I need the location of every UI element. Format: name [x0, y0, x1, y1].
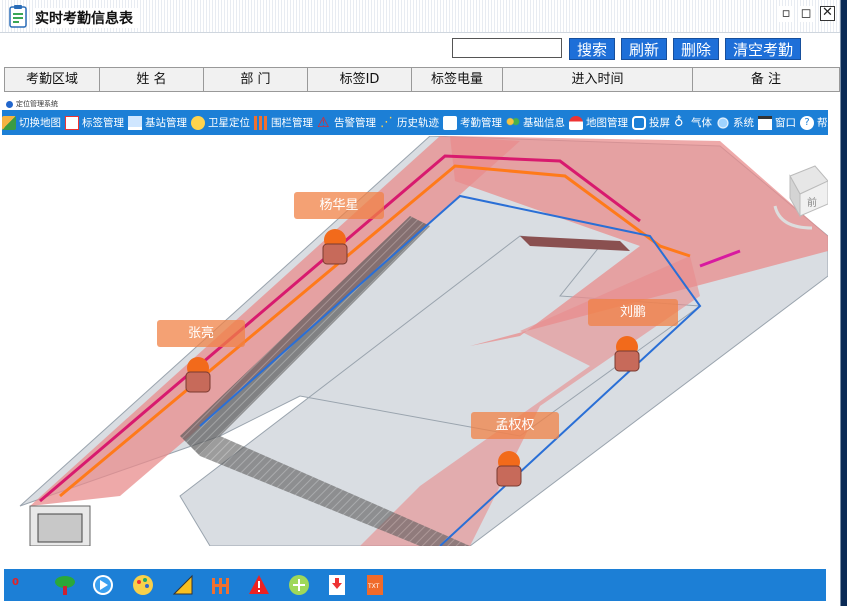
menu-label: 卫星定位: [208, 117, 250, 129]
txt-export-icon[interactable]: TXT: [364, 574, 386, 596]
tag-icon: [65, 115, 79, 130]
menu-attendance[interactable]: 考勤管理: [443, 115, 502, 130]
worker-marker-1[interactable]: [322, 229, 348, 265]
column-tag-id[interactable]: 标签ID: [308, 68, 412, 91]
worker-marker-2[interactable]: [185, 357, 211, 393]
warning-icon[interactable]: [248, 574, 270, 596]
close-icon[interactable]: ✕: [820, 6, 835, 21]
panel-gap: [826, 546, 840, 606]
bottom-toolbar: 0 TXT: [4, 569, 826, 601]
fence-icon[interactable]: [210, 574, 232, 596]
menu-basic-info[interactable]: 基础信息: [506, 115, 565, 130]
maximize-icon[interactable]: ◻: [798, 6, 814, 22]
system-icon: [716, 115, 730, 130]
menu-label: 围栏管理: [271, 117, 313, 129]
column-tag-battery[interactable]: 标签电量: [412, 68, 503, 91]
switch-map-icon: [2, 115, 16, 130]
menu-tag-manage[interactable]: 标签管理: [65, 115, 124, 130]
system-label: 定位管理系统: [6, 99, 58, 109]
online-count: 0: [12, 577, 19, 588]
menu-label: 帮助: [817, 117, 838, 129]
menu-system[interactable]: 系统: [716, 115, 754, 130]
worker-name-tag-3[interactable]: 刘鹏: [588, 299, 678, 326]
svg-text:TXT: TXT: [367, 583, 380, 590]
menu-base-station[interactable]: 基站管理: [128, 115, 187, 130]
table-header: 考勤区域 姓 名 部 门 标签ID 标签电量 进入时间 备 注: [4, 67, 840, 92]
compass-face-label: 前: [807, 196, 817, 209]
menu-gas[interactable]: ♁ 气体: [674, 115, 712, 130]
menu-label: 考勤管理: [460, 117, 502, 129]
clear-attendance-button[interactable]: 清空考勤: [725, 38, 801, 60]
menu-history-track[interactable]: ⋰ 历史轨迹: [380, 115, 439, 130]
menu-window[interactable]: 窗口: [758, 115, 796, 130]
menu-label: 系统: [733, 117, 754, 129]
system-logo-icon: [6, 100, 13, 108]
tree-icon[interactable]: [54, 574, 76, 596]
worker-marker-4[interactable]: [496, 451, 522, 487]
base-station-icon: [128, 115, 142, 130]
minimize-icon[interactable]: ▫: [778, 6, 794, 22]
map-menu-bar: 切换地图 标签管理 基站管理 卫星定位 围栏管理 ⚠ 告警管理 ⋰ 历史轨迹 考勤管…: [2, 110, 838, 135]
track-icon: ⋰: [380, 114, 393, 130]
worker-name-tag-4[interactable]: 孟权权: [471, 412, 559, 439]
menu-label: 历史轨迹: [397, 117, 439, 129]
menu-satellite[interactable]: 卫星定位: [191, 115, 250, 130]
attendance-icon: [443, 115, 457, 130]
people-icon: [506, 115, 520, 130]
window-icon: [758, 115, 772, 130]
menu-cast[interactable]: 投屏: [632, 115, 670, 130]
menu-label: 基站管理: [145, 117, 187, 129]
menu-fence[interactable]: 围栏管理: [254, 115, 313, 130]
realtime-attendance-window: 实时考勤信息表 ▫ ◻ ✕ 搜索 刷新 删除 清空考勤 考勤区域 姓 名 部 门…: [0, 0, 841, 606]
menu-label: 窗口: [775, 117, 796, 129]
menu-label: 告警管理: [334, 117, 376, 129]
menu-help[interactable]: ? 帮助: [800, 115, 838, 130]
entrance-inner: [37, 513, 83, 543]
menu-label: 切换地图: [19, 117, 61, 129]
download-icon[interactable]: [326, 574, 348, 596]
satellite-icon: [191, 115, 205, 130]
menu-label: 标签管理: [82, 117, 124, 129]
worker-marker-3[interactable]: [614, 336, 640, 372]
search-button[interactable]: 搜索: [569, 38, 615, 60]
column-area[interactable]: 考勤区域: [5, 68, 100, 91]
worker-name-tag-1[interactable]: 杨华星: [294, 192, 384, 219]
warning-icon: ⚠: [317, 114, 330, 131]
worker-name-tag-2[interactable]: 张亮: [157, 320, 245, 347]
menu-label: 气体: [691, 117, 712, 129]
menu-switch-map[interactable]: 切换地图: [2, 115, 61, 130]
gas-icon: ♁: [674, 114, 684, 130]
menu-label: 基础信息: [523, 117, 565, 129]
window-title: 实时考勤信息表: [35, 8, 139, 28]
column-enter-time[interactable]: 进入时间: [503, 68, 693, 91]
menu-label: 地图管理: [586, 117, 628, 129]
column-department[interactable]: 部 门: [204, 68, 308, 91]
menu-map-manage[interactable]: 地图管理: [569, 115, 628, 130]
column-name[interactable]: 姓 名: [100, 68, 204, 91]
menu-alarm[interactable]: ⚠ 告警管理: [317, 115, 376, 130]
search-input[interactable]: [452, 38, 562, 58]
add-icon[interactable]: [288, 574, 310, 596]
system-label-text: 定位管理系统: [16, 100, 58, 108]
help-icon: ?: [800, 115, 814, 130]
cast-icon: [632, 115, 646, 130]
title-bar: 实时考勤信息表 ▫ ◻ ✕: [0, 0, 840, 33]
map-icon: [569, 115, 583, 130]
play-icon[interactable]: [92, 574, 114, 596]
column-remark[interactable]: 备 注: [693, 68, 839, 91]
palette-icon[interactable]: [132, 574, 154, 596]
fence-icon: [254, 115, 268, 130]
menu-label: 投屏: [649, 117, 670, 129]
tunnel-3d-map[interactable]: 前: [0, 136, 828, 546]
refresh-button[interactable]: 刷新: [621, 38, 667, 60]
ruler-icon[interactable]: [172, 574, 194, 596]
delete-button[interactable]: 删除: [673, 38, 719, 60]
clipboard-icon: [9, 5, 27, 28]
